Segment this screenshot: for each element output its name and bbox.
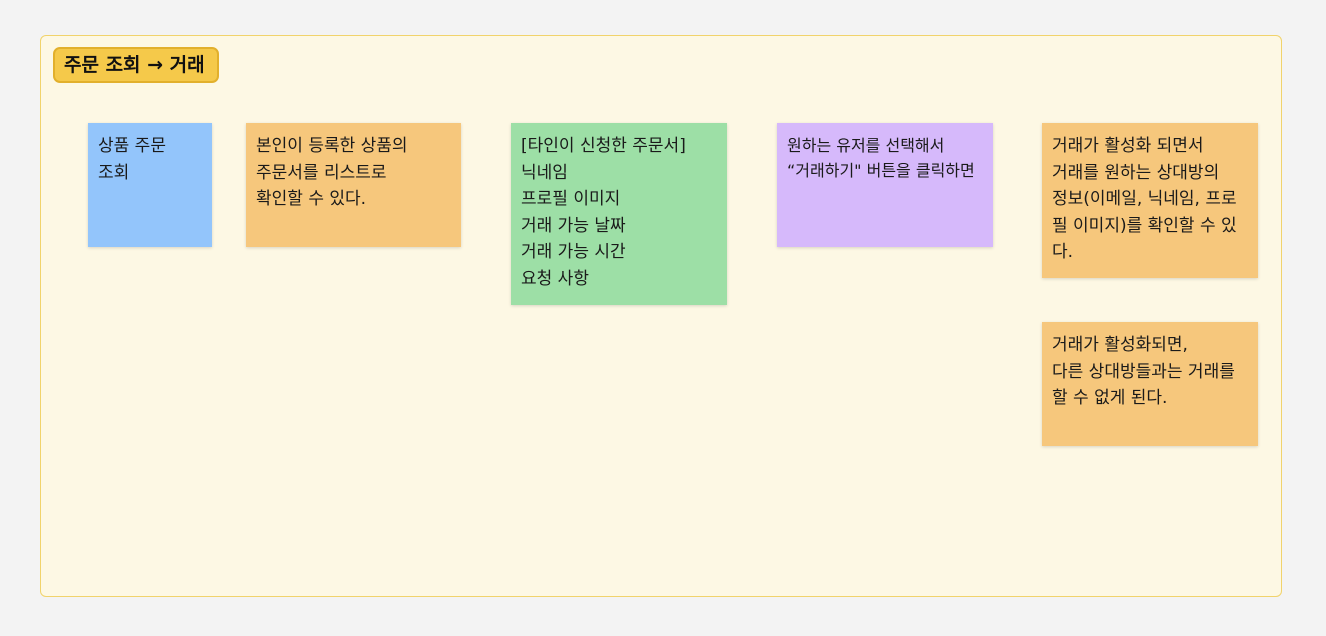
sticky-note-other-orders[interactable]: [타인이 신청한 주문서] 닉네임 프로필 이미지 거래 가능 날짜 거래 가능…: [511, 123, 727, 305]
sticky-note-trade-locked[interactable]: 거래가 활성화되면, 다른 상대방들과는 거래를 할 수 없게 된다.: [1042, 322, 1258, 446]
sticky-note-product-order[interactable]: 상품 주문 조회: [88, 123, 212, 247]
section-frame: 주문 조회 → 거래: [40, 35, 1282, 597]
sticky-note-trade-active[interactable]: 거래가 활성화 되면서 거래를 원하는 상대방의 정보(이메일, 닉네임, 프로…: [1042, 123, 1258, 278]
sticky-note-own-orders[interactable]: 본인이 등록한 상품의 주문서를 리스트로 확인할 수 있다.: [246, 123, 461, 247]
sticky-note-select-user[interactable]: 원하는 유저를 선택해서 “거래하기" 버튼을 클릭하면: [777, 123, 993, 247]
section-title[interactable]: 주문 조회 → 거래: [53, 47, 219, 83]
